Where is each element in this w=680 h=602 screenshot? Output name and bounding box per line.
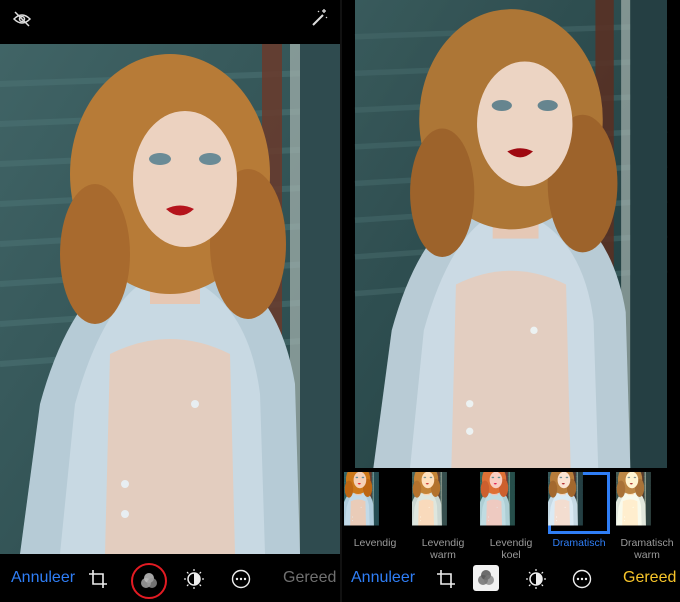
filter-thumbnail-selected [548, 472, 610, 534]
done-button[interactable]: Gereed [283, 569, 336, 587]
right-editor-panel: Levendig Levendig warm Levendig koel Dra… [342, 0, 680, 602]
adjust-icon[interactable] [180, 565, 208, 593]
filter-dramatisch[interactable]: Dramatisch [548, 472, 610, 556]
magic-wand-icon[interactable] [307, 6, 331, 30]
adjust-icon[interactable] [522, 565, 550, 593]
crop-icon[interactable] [432, 565, 460, 593]
filter-strip: Levendig Levendig warm Levendig koel Dra… [342, 470, 680, 561]
filtered-photo [342, 0, 680, 468]
left-editor-panel: Annuleer Gereed [0, 0, 340, 602]
original-photo [0, 44, 340, 554]
left-top-bar [0, 0, 340, 44]
filter-levendig[interactable]: Levendig [344, 472, 406, 556]
filter-thumbnail [616, 472, 678, 534]
filters-icon[interactable] [473, 565, 499, 591]
more-icon[interactable] [227, 565, 255, 593]
right-bottom-toolbar: Annuleer Gereed [342, 556, 680, 602]
cancel-button[interactable]: Annuleer [351, 569, 415, 587]
filter-label: Dramatisch [552, 537, 606, 549]
left-bottom-toolbar: Annuleer Gereed [0, 556, 340, 602]
filter-levendig-koel[interactable]: Levendig koel [480, 472, 542, 561]
filter-levendig-warm[interactable]: Levendig warm [412, 472, 474, 561]
filter-thumbnail [412, 472, 474, 534]
filter-dramatisch-warm[interactable]: Dramatisch warm [616, 472, 678, 561]
crop-icon[interactable] [84, 565, 112, 593]
filter-label: Levendig [353, 537, 397, 549]
filters-icon[interactable] [131, 563, 167, 599]
filter-thumbnail [344, 472, 406, 534]
eye-slash-icon[interactable] [10, 7, 34, 31]
cancel-button[interactable]: Annuleer [11, 569, 75, 587]
done-button[interactable]: Gereed [623, 569, 676, 587]
filter-thumbnail [480, 472, 542, 534]
more-icon[interactable] [568, 565, 596, 593]
